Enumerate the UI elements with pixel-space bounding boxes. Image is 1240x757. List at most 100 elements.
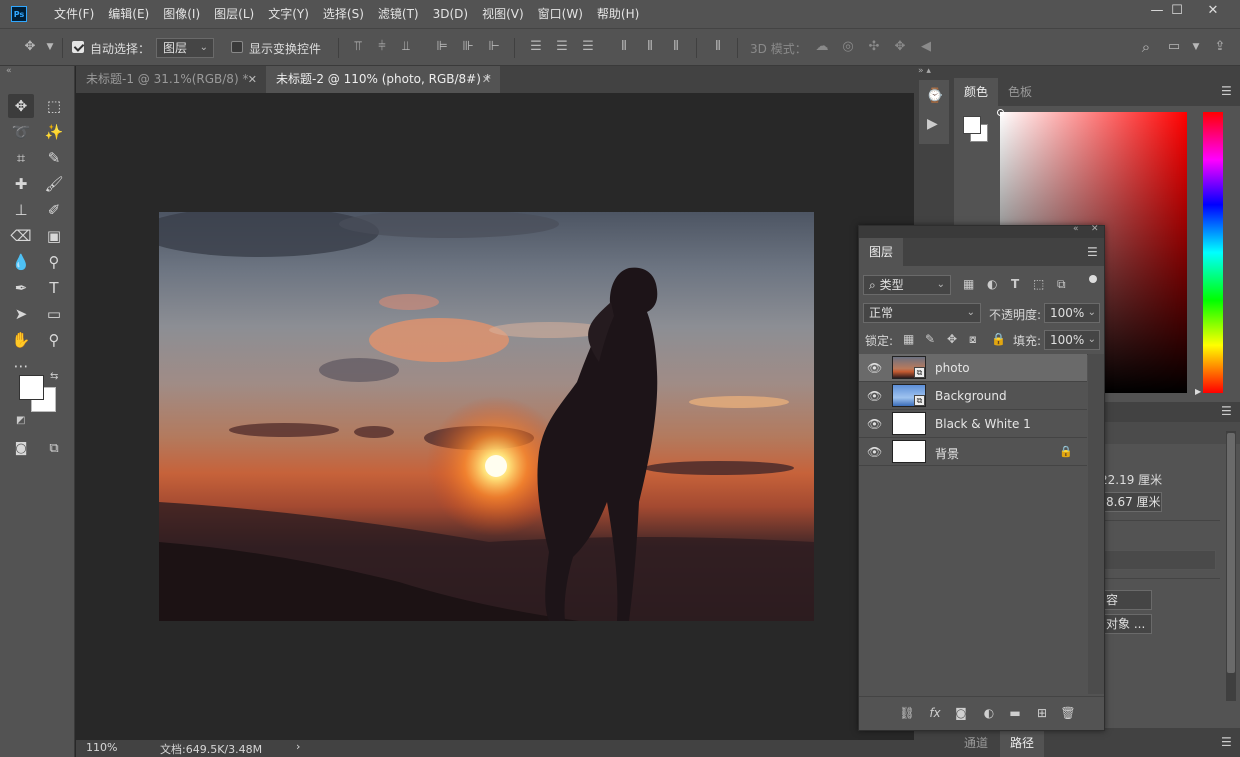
tool-preset-caret-icon[interactable]: ▼: [42, 39, 58, 55]
layer-style-fx-icon[interactable]: fx: [926, 706, 944, 720]
tab-color[interactable]: 颜色: [954, 78, 999, 106]
add-mask-icon[interactable]: ◙: [952, 706, 970, 720]
hand-tool-icon[interactable]: ✋: [8, 328, 34, 352]
tab-layers[interactable]: 图层: [859, 238, 904, 266]
align-right-icon[interactable]: ⊩: [486, 39, 502, 55]
adjustment-layer-icon[interactable]: ◐: [980, 706, 998, 720]
properties-button-1[interactable]: 容: [1100, 590, 1152, 610]
brush-tool-icon[interactable]: 🖌: [41, 172, 67, 196]
marquee-tool-icon[interactable]: ⬚: [41, 94, 67, 118]
show-transform-checkbox[interactable]: [231, 41, 243, 53]
layer-name[interactable]: Black & White 1: [935, 417, 1031, 431]
type-tool-icon[interactable]: T: [41, 276, 67, 300]
menu-item[interactable]: 文件(F): [47, 0, 101, 28]
close-icon[interactable]: ✕: [248, 66, 257, 93]
opacity-field[interactable]: 100% ⌄: [1044, 303, 1100, 323]
history-brush-tool-icon[interactable]: ✐: [41, 198, 67, 222]
menu-item[interactable]: 编辑(E): [101, 0, 156, 28]
align-left-icon[interactable]: ⊫: [434, 39, 450, 55]
workspace-icon[interactable]: ▭: [1166, 39, 1182, 55]
scrollbar-thumb[interactable]: [1227, 433, 1235, 673]
layers-panel-titlebar[interactable]: « ✕: [859, 224, 1104, 238]
new-layer-icon[interactable]: ⊞: [1033, 706, 1051, 720]
quick-mask-icon[interactable]: ◙: [8, 436, 34, 460]
blur-tool-icon[interactable]: 💧: [8, 250, 34, 274]
menu-item[interactable]: 图层(L): [207, 0, 261, 28]
blend-mode-dropdown[interactable]: 正常 ⌄: [863, 303, 981, 323]
auto-select-checkbox[interactable]: [72, 41, 84, 53]
workspace-caret-icon[interactable]: ▼: [1188, 39, 1204, 55]
share-icon[interactable]: ⇪: [1212, 39, 1228, 55]
default-colors-icon[interactable]: ◩: [16, 415, 25, 426]
tab-document-2[interactable]: 未标题-2 @ 110% (photo, RGB/8#) * ✕: [266, 66, 500, 93]
filter-type-icon[interactable]: T: [1011, 277, 1019, 291]
color-panel-foreground-swatch[interactable]: [963, 116, 981, 134]
roll-3d-icon[interactable]: ◎: [840, 39, 856, 55]
menu-item[interactable]: 3D(D): [426, 0, 475, 28]
zoom-tool-icon[interactable]: ⚲: [41, 328, 67, 352]
filter-shape-icon[interactable]: ⬚: [1033, 277, 1044, 291]
visibility-eye-icon[interactable]: 👁: [867, 389, 882, 403]
dodge-tool-icon[interactable]: ⚲: [41, 250, 67, 274]
align-bottom-icon[interactable]: ⫫: [398, 39, 414, 55]
lasso-tool-icon[interactable]: ➰: [8, 120, 34, 144]
move-tool-icon[interactable]: ✥: [22, 39, 38, 55]
layer-list-scrollbar[interactable]: [1088, 354, 1104, 694]
distribute-left-icon[interactable]: ⦀: [616, 39, 632, 55]
distribute-hcenter-icon[interactable]: ⦀: [642, 39, 658, 55]
lock-artboard-icon[interactable]: ⧇: [969, 332, 977, 347]
menu-item[interactable]: 视图(V): [475, 0, 531, 28]
delete-layer-trash-icon[interactable]: 🗑: [1059, 706, 1077, 720]
menu-item[interactable]: 帮助(H): [590, 0, 646, 28]
path-selection-tool-icon[interactable]: ➤: [8, 302, 34, 326]
layer-row[interactable]: 👁 背景 🔒: [859, 438, 1087, 466]
hue-slider-handle-icon[interactable]: ▶: [1195, 387, 1201, 396]
close-window-button[interactable]: ✕: [1196, 0, 1230, 20]
visibility-eye-icon[interactable]: 👁: [867, 361, 882, 375]
layer-row[interactable]: 👁 ⧉ Background: [859, 382, 1087, 410]
slide-3d-icon[interactable]: ✥: [892, 39, 908, 55]
fill-field[interactable]: 100% ⌄: [1044, 330, 1100, 350]
layer-name[interactable]: Background: [935, 389, 1007, 403]
layer-row[interactable]: 👁 Black & White 1: [859, 410, 1087, 438]
collapse-dock-icon[interactable]: » ▴: [918, 66, 950, 76]
menu-item[interactable]: 选择(S): [316, 0, 371, 28]
filter-smart-object-icon[interactable]: ⧉: [1057, 277, 1066, 292]
visibility-eye-icon[interactable]: 👁: [867, 445, 882, 459]
orbit-3d-icon[interactable]: ☁: [814, 39, 830, 55]
magic-wand-tool-icon[interactable]: ✨: [41, 120, 67, 144]
layer-name[interactable]: photo: [935, 361, 970, 375]
link-layers-icon[interactable]: ⛓: [898, 706, 916, 720]
distribute-right-icon[interactable]: ⦀: [668, 39, 684, 55]
tab-paths[interactable]: 路径: [1000, 729, 1045, 757]
gradient-tool-icon[interactable]: ▣: [41, 224, 67, 248]
distribute-bottom-icon[interactable]: ☰: [580, 39, 596, 55]
screen-mode-icon[interactable]: ⧉: [41, 436, 67, 460]
tab-channels[interactable]: 通道: [954, 729, 998, 757]
crop-tool-icon[interactable]: ⌗: [8, 146, 34, 170]
status-menu-icon[interactable]: ›: [296, 740, 300, 753]
document-photo[interactable]: [159, 212, 814, 621]
panel-menu-icon[interactable]: ☰: [1221, 404, 1232, 418]
lock-image-icon[interactable]: ✎: [925, 332, 935, 346]
lock-position-icon[interactable]: ✥: [947, 332, 957, 346]
properties-scrollbar[interactable]: [1226, 431, 1236, 701]
filter-pixel-icon[interactable]: ▦: [963, 277, 974, 291]
pan-3d-icon[interactable]: ✣: [866, 39, 882, 55]
clone-stamp-tool-icon[interactable]: ⊥: [8, 198, 34, 222]
actions-play-icon[interactable]: ▶: [927, 116, 938, 132]
history-icon[interactable]: ⌚: [926, 88, 943, 104]
layer-name[interactable]: 背景: [935, 445, 959, 462]
color-picker-cursor[interactable]: [997, 109, 1004, 116]
auto-align-icon[interactable]: ⦀: [710, 39, 726, 55]
layer-filter-dropdown[interactable]: ⌕ 类型 ⌄: [863, 275, 951, 295]
auto-select-target-dropdown[interactable]: 图层 ⌄: [156, 38, 214, 58]
filter-adjustment-icon[interactable]: ◐: [987, 277, 997, 291]
distribute-vcenter-icon[interactable]: ☰: [554, 39, 570, 55]
align-hcenter-icon[interactable]: ⊪: [460, 39, 476, 55]
visibility-eye-icon[interactable]: 👁: [867, 417, 882, 431]
maximize-button[interactable]: ☐: [1160, 0, 1194, 20]
tab-swatches[interactable]: 色板: [998, 78, 1042, 106]
lock-transparent-icon[interactable]: ▦: [903, 332, 914, 346]
collapse-toolbox-icon[interactable]: «: [6, 66, 12, 76]
